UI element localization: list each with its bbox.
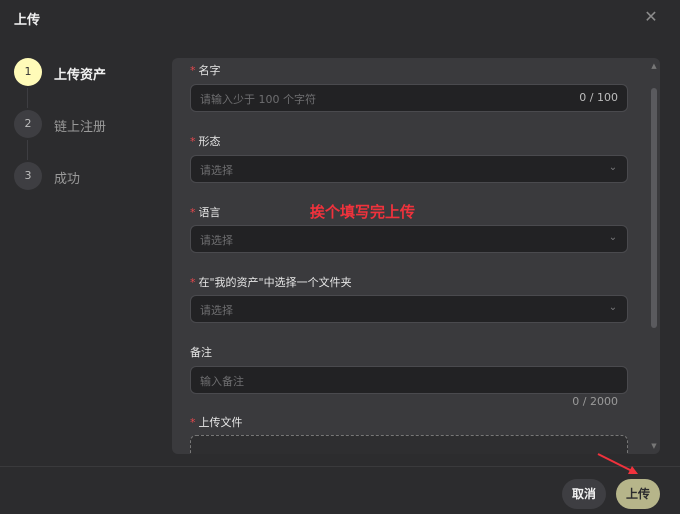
scroll-thumb[interactable] xyxy=(651,88,657,328)
required-mark: * xyxy=(190,276,196,289)
name-placeholder: 请输入少于 100 个字符 xyxy=(200,93,316,106)
footer-divider xyxy=(0,466,680,467)
step-number: 1 xyxy=(14,58,42,86)
upload-button[interactable]: 上传 xyxy=(616,479,660,509)
step-connector xyxy=(27,88,28,108)
step-label: 链上注册 xyxy=(54,120,107,135)
name-label-text: 名字 xyxy=(198,64,221,77)
scroll-up-icon[interactable]: ▲ xyxy=(650,62,658,70)
form-type-label-text: 形态 xyxy=(198,135,221,148)
annotation-text: 挨个填写完上传 xyxy=(310,203,416,221)
step-label: 成功 xyxy=(54,172,81,187)
note-input[interactable]: 输入备注 xyxy=(190,366,628,394)
file-upload-dropzone[interactable] xyxy=(190,435,628,454)
chevron-down-icon: ⌄ xyxy=(608,162,618,173)
close-icon[interactable]: ✕ xyxy=(642,8,660,26)
step-upload-asset: 1 上传资产 xyxy=(14,58,164,110)
note-placeholder: 输入备注 xyxy=(200,375,244,388)
cancel-button[interactable]: 取消 xyxy=(562,479,606,509)
language-label: * 语言 xyxy=(190,204,221,220)
name-counter: 0 / 100 xyxy=(579,91,618,104)
dialog-header: 上传 ✕ xyxy=(0,0,680,40)
folder-label: * 在"我的资产"中选择一个文件夹 xyxy=(190,274,352,290)
upload-dialog: 上传 ✕ 1 上传资产 2 链上注册 3 成功 * 名字 请输入少于 100 个字… xyxy=(0,0,680,514)
required-mark: * xyxy=(190,206,196,219)
step-success: 3 成功 xyxy=(14,162,164,214)
name-label: * 名字 xyxy=(190,62,221,78)
form-panel: * 名字 请输入少于 100 个字符 0 / 100 * 形态 请选择 ⌄ * 语言 … xyxy=(172,58,660,454)
note-label: 备注 xyxy=(190,346,212,359)
file-label: * 上传文件 xyxy=(190,414,243,430)
step-label: 上传资产 xyxy=(54,68,107,83)
form-scrollbar[interactable]: ▲ ▼ xyxy=(650,58,658,454)
folder-label-text: 在"我的资产"中选择一个文件夹 xyxy=(198,276,352,289)
annotation-arrow-icon xyxy=(597,453,638,474)
asset-form: * 名字 请输入少于 100 个字符 0 / 100 * 形态 请选择 ⌄ * 语言 … xyxy=(172,58,650,454)
folder-select[interactable]: 请选择 ⌄ xyxy=(190,295,628,323)
name-input[interactable]: 请输入少于 100 个字符 0 / 100 xyxy=(190,84,628,112)
required-mark: * xyxy=(190,135,196,148)
file-label-text: 上传文件 xyxy=(198,416,243,429)
chevron-down-icon: ⌄ xyxy=(608,232,618,243)
required-mark: * xyxy=(190,416,196,429)
required-mark: * xyxy=(190,64,196,77)
scroll-down-icon[interactable]: ▼ xyxy=(650,442,658,450)
chevron-down-icon: ⌄ xyxy=(608,302,618,313)
step-number: 2 xyxy=(14,110,42,138)
language-label-text: 语言 xyxy=(198,206,221,219)
form-type-placeholder: 请选择 xyxy=(200,164,233,177)
dialog-title: 上传 xyxy=(14,13,41,28)
language-select[interactable]: 请选择 ⌄ xyxy=(190,225,628,253)
form-type-label: * 形态 xyxy=(190,133,221,149)
step-chain-register: 2 链上注册 xyxy=(14,110,164,162)
step-number: 3 xyxy=(14,162,42,190)
folder-placeholder: 请选择 xyxy=(200,304,233,317)
step-connector xyxy=(27,140,28,160)
note-counter: 0 / 2000 xyxy=(572,395,618,408)
language-placeholder: 请选择 xyxy=(200,234,233,247)
stepper: 1 上传资产 2 链上注册 3 成功 xyxy=(14,58,164,214)
form-type-select[interactable]: 请选择 ⌄ xyxy=(190,155,628,183)
